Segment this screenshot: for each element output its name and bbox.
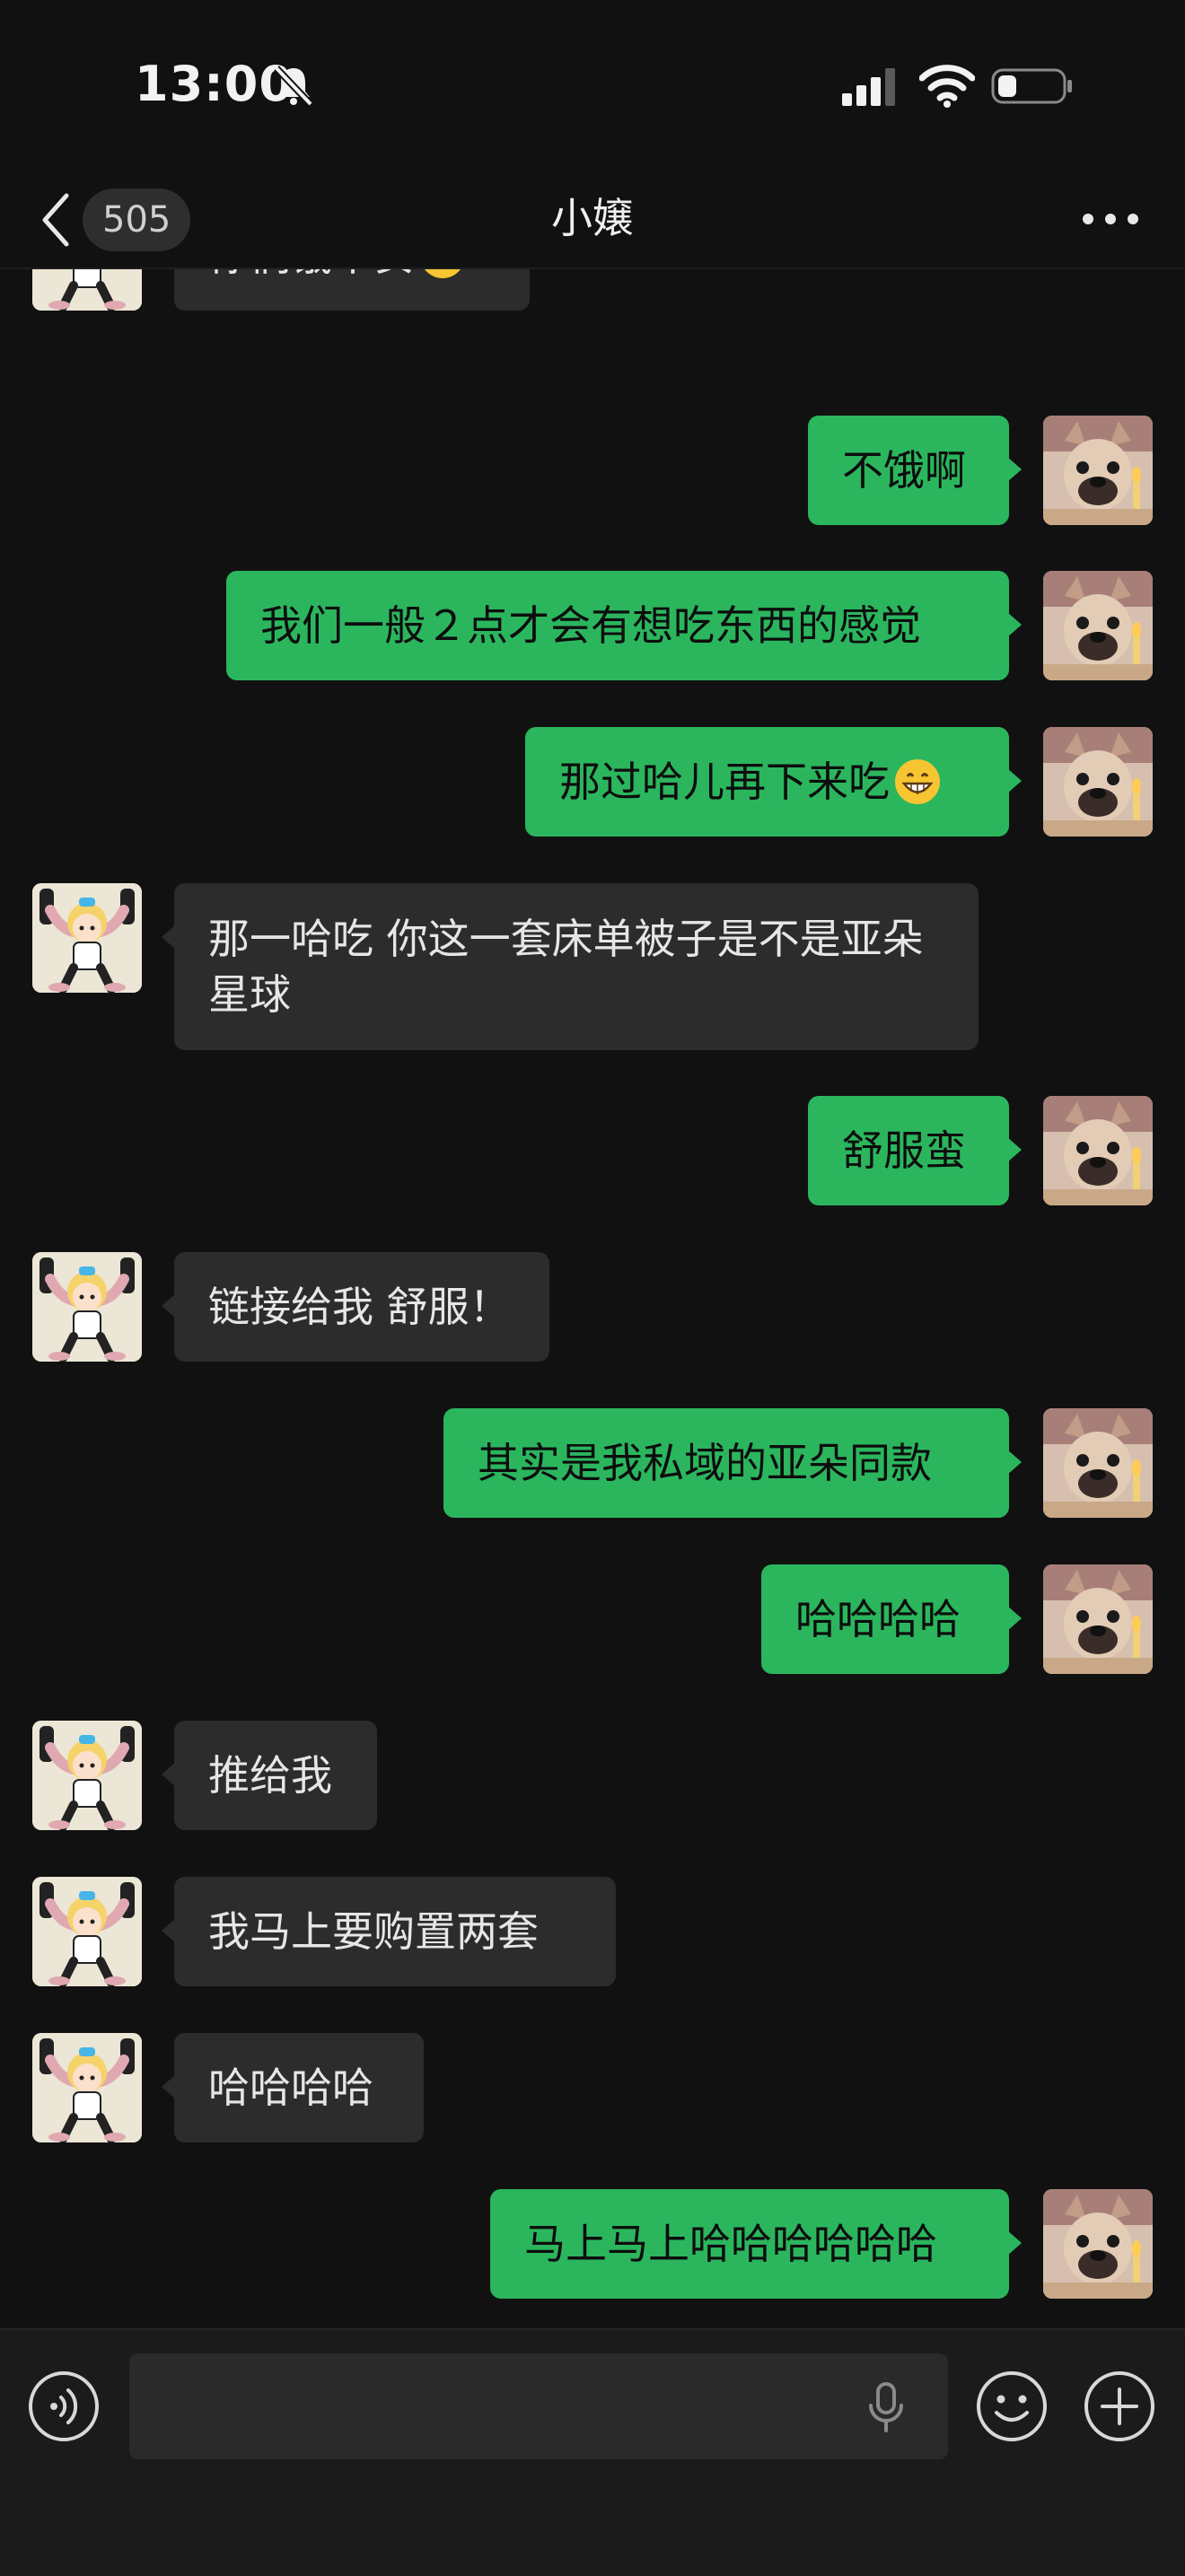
message-text: 那一哈吃 你这一套床单被子是不是亚朵星球 bbox=[208, 915, 924, 1019]
contact-avatar[interactable] bbox=[32, 1252, 142, 1362]
message-bubble-incoming[interactable]: 我马上要购置两套 bbox=[162, 1877, 616, 1986]
message-text: 哈哈哈哈 bbox=[795, 1595, 961, 1643]
plus-circle-icon[interactable] bbox=[1083, 2370, 1156, 2443]
grinning-face-emoji bbox=[893, 758, 942, 806]
contact-avatar[interactable] bbox=[32, 269, 142, 311]
message-text: 马上马上哈哈哈哈哈哈 bbox=[524, 2220, 937, 2268]
self-avatar[interactable] bbox=[1043, 727, 1153, 837]
message-text: 你们饿不安 bbox=[208, 269, 415, 280]
battery-icon bbox=[991, 68, 1072, 104]
message-bubble-incoming[interactable]: 那一哈吃 你这一套床单被子是不是亚朵星球 bbox=[162, 883, 979, 1050]
message-bubble-incoming[interactable]: 推给我 bbox=[162, 1721, 377, 1830]
message-bubble-outgoing[interactable]: 马上马上哈哈哈哈哈哈 bbox=[490, 2189, 1022, 2299]
message-text: 我们一般２点才会有想吃东西的感觉 bbox=[260, 601, 921, 650]
bell-slash-icon bbox=[274, 66, 313, 107]
self-avatar[interactable] bbox=[1043, 571, 1153, 680]
message-bubble-outgoing[interactable]: 哈哈哈哈 bbox=[761, 1564, 1022, 1674]
message-text: 其实是我私域的亚朵同款 bbox=[478, 1439, 932, 1487]
message-text: 不饿啊 bbox=[842, 446, 966, 495]
chat-header: 505 小嬢 bbox=[0, 171, 1185, 269]
contact-avatar[interactable] bbox=[32, 2033, 142, 2142]
message-bubble-outgoing[interactable]: 那过哈儿再下来吃 bbox=[525, 727, 1022, 837]
message-bubble-incoming[interactable]: 哈哈哈哈 bbox=[162, 2033, 424, 2142]
message-text: 我马上要购置两套 bbox=[208, 1907, 539, 1956]
message-text: 舒服蛮 bbox=[842, 1126, 966, 1175]
voice-mode-icon[interactable] bbox=[27, 2370, 101, 2443]
message-bubble-outgoing[interactable]: 其实是我私域的亚朵同款 bbox=[443, 1408, 1022, 1518]
microphone-icon[interactable] bbox=[865, 2380, 907, 2434]
confused-face-emoji bbox=[418, 269, 467, 280]
message-text: 推给我 bbox=[208, 1751, 332, 1800]
contact-avatar[interactable] bbox=[32, 1721, 142, 1830]
self-avatar[interactable] bbox=[1043, 2189, 1153, 2299]
input-bar bbox=[0, 2328, 1185, 2576]
self-avatar[interactable] bbox=[1043, 416, 1153, 525]
cellular-signal-icon bbox=[842, 68, 895, 106]
emoji-smile-icon[interactable] bbox=[975, 2370, 1049, 2443]
wifi-icon bbox=[919, 65, 975, 108]
status-bar: 13:00 bbox=[0, 0, 1185, 171]
message-bubble-outgoing[interactable]: 不饿啊 bbox=[808, 416, 1022, 525]
message-bubble-incoming[interactable]: 链接给我 舒服！ bbox=[162, 1252, 549, 1362]
contact-avatar[interactable] bbox=[32, 1877, 142, 1986]
contact-avatar[interactable] bbox=[32, 883, 142, 993]
self-avatar[interactable] bbox=[1043, 1408, 1153, 1518]
chat-title: 小嬢 bbox=[551, 194, 634, 242]
message-bubble-outgoing[interactable]: 我们一般２点才会有想吃东西的感觉 bbox=[226, 571, 1022, 680]
status-time: 13:00 bbox=[135, 56, 294, 112]
message-bubble-incoming[interactable]: 你们饿不安 bbox=[174, 269, 530, 311]
self-avatar[interactable] bbox=[1043, 1096, 1153, 1205]
message-input[interactable] bbox=[129, 2353, 948, 2459]
self-avatar[interactable] bbox=[1043, 1564, 1153, 1674]
message-text: 哈哈哈哈 bbox=[208, 2063, 373, 2112]
ellipsis-icon[interactable] bbox=[1077, 203, 1144, 235]
message-bubble-outgoing[interactable]: 舒服蛮 bbox=[808, 1096, 1022, 1205]
message-list[interactable]: 你们饿不安 不饿啊 我们一般２点才会有想吃东西的感觉 那过哈儿再下来吃 那一哈吃… bbox=[0, 269, 1185, 2326]
message-text: 那过哈儿再下来吃 bbox=[559, 758, 890, 806]
message-text: 链接给我 舒服！ bbox=[208, 1283, 511, 1331]
